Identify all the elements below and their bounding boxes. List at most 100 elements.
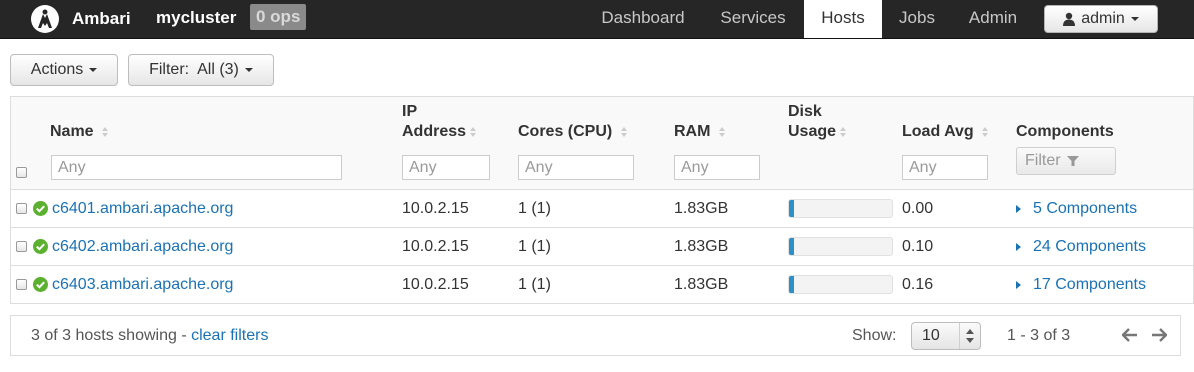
hosts-showing-text: 3 of 3 hosts showing - clear filters [31,316,268,355]
user-name: admin [1081,10,1125,27]
host-cores: 1 (1) [518,200,551,217]
healthy-check-icon [33,277,48,292]
brand[interactable]: Ambari [30,0,131,38]
disk-usage-fill [789,238,795,255]
cluster-name[interactable]: mycluster [156,8,236,28]
components-link[interactable]: 17 Components [1016,266,1146,303]
table-row: c6402.ambari.apache.org 10.0.2.15 1 (1) … [11,228,1193,266]
chevron-down-icon [244,68,253,72]
brand-name: Ambari [72,9,131,28]
ops-badge[interactable]: 0 ops [250,4,307,30]
actions-label: Actions [30,61,84,78]
column-header-label: IP [402,103,418,120]
page-size-select[interactable]: 10 [911,322,981,350]
column-header-ram[interactable]: RAM [674,122,725,142]
host-ram: 1.83GB [674,238,729,255]
spinner-arrows-icon [959,323,974,349]
column-header-label: Cores (CPU) [518,123,613,140]
select-all-checkbox[interactable] [16,167,27,178]
user-menu-button[interactable]: admin [1044,5,1158,33]
chevron-down-icon [1130,17,1139,21]
tab-jobs[interactable]: Jobs [882,0,952,38]
components-link[interactable]: 24 Components [1016,228,1146,265]
load-filter-input[interactable] [902,155,988,180]
table-row: c6403.ambari.apache.org 10.0.2.15 1 (1) … [11,266,1193,303]
row-checkbox[interactable] [16,241,27,252]
column-header-label: Disk [788,103,822,120]
host-name-link[interactable]: c6402.ambari.apache.org [52,228,233,265]
column-header-load[interactable]: Load Avg [902,122,989,142]
user-icon [1063,12,1076,26]
host-cores: 1 (1) [518,238,551,255]
tab-admin[interactable]: Admin [952,0,1034,38]
page-range: 1 - 3 of 3 [1007,327,1071,344]
clear-filters-link[interactable]: clear filters [191,327,268,344]
components-filter-button[interactable]: Filter [1016,147,1116,175]
column-header-label: Address [402,123,467,140]
healthy-check-icon [33,239,48,254]
host-ip: 10.0.2.15 [402,276,469,293]
previous-page-icon[interactable] [1122,328,1138,342]
components-label: 24 Components [1033,238,1146,255]
next-page-icon[interactable] [1151,328,1167,342]
table-footer: 3 of 3 hosts showing - clear filters Sho… [10,315,1181,356]
disk-usage-bar [788,237,893,256]
column-header-cores[interactable]: Cores (CPU) [518,122,627,142]
actions-button[interactable]: Actions [10,54,118,86]
name-filter-input[interactable] [51,155,342,180]
host-name-link[interactable]: c6403.ambari.apache.org [52,266,233,303]
funnel-icon [1066,156,1079,166]
components-filter-label: Filter [1025,152,1061,169]
disk-usage-fill [789,276,795,293]
host-load: 0.16 [902,276,934,293]
row-checkbox[interactable] [16,279,27,290]
caret-right-icon [1016,204,1021,213]
sort-icon [102,126,109,137]
disk-usage-bar [788,199,893,218]
host-name-link[interactable]: c6401.ambari.apache.org [52,190,233,227]
host-ram: 1.83GB [674,276,729,293]
tab-services[interactable]: Services [702,0,804,38]
show-label: Show: [852,327,897,344]
tab-hosts[interactable]: Hosts [804,0,882,38]
ambari-logo-icon [31,5,59,33]
disk-usage-bar [788,275,893,294]
sort-icon [982,126,989,137]
filter-label: Filter: All (3) [149,61,239,78]
host-ip: 10.0.2.15 [402,200,469,217]
components-label: 5 Components [1033,200,1138,217]
row-checkbox[interactable] [16,203,27,214]
hosts-table: Name IP Address Cores (CPU) RAM Disk Usa… [10,96,1194,304]
sort-icon [470,126,477,137]
column-header-disk[interactable]: Disk Usage [788,102,847,142]
components-label: 17 Components [1033,276,1146,293]
column-header-label: Load Avg [902,123,974,140]
column-header-label: Usage [788,123,837,140]
chevron-down-icon [89,68,98,72]
ram-filter-input[interactable] [674,155,760,180]
column-header-label: Components [1016,123,1114,140]
components-link[interactable]: 5 Components [1016,190,1137,227]
column-header-label: RAM [674,123,711,140]
page-size-value: 10 [922,327,940,344]
tab-dashboard[interactable]: Dashboard [584,0,702,38]
separator: - [176,327,192,344]
column-header-label: Name [50,123,94,140]
column-header-ip[interactable]: IP Address [402,102,477,142]
healthy-check-icon [33,201,48,216]
cores-filter-input[interactable] [518,155,634,180]
host-cores: 1 (1) [518,276,551,293]
ip-filter-input[interactable] [402,155,490,180]
table-row: c6401.ambari.apache.org 10.0.2.15 1 (1) … [11,190,1193,228]
column-header-components: Components [1016,122,1114,142]
host-ip: 10.0.2.15 [402,238,469,255]
filter-button[interactable]: Filter: All (3) [128,54,274,86]
column-header-name[interactable]: Name [50,122,109,142]
host-ram: 1.83GB [674,200,729,217]
disk-usage-fill [789,200,795,217]
caret-right-icon [1016,280,1021,289]
host-load: 0.10 [902,238,934,255]
host-load: 0.00 [902,200,934,217]
hosts-count: 3 of 3 hosts showing [31,327,177,344]
sort-icon [718,126,725,137]
